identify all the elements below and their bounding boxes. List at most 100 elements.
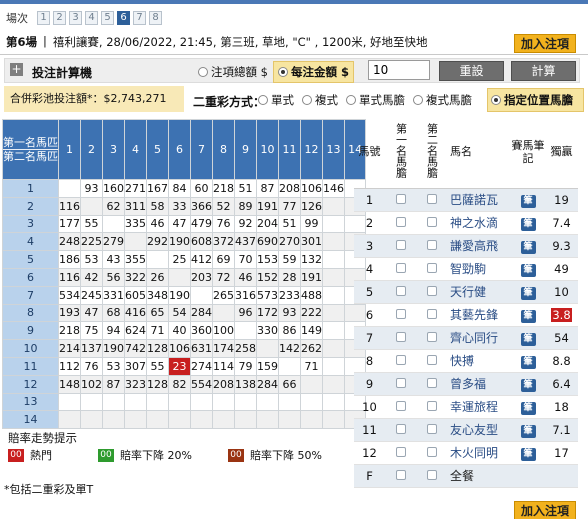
- odds-cell[interactable]: 33: [168, 196, 191, 216]
- odds-cell[interactable]: 100: [212, 321, 235, 341]
- odds-cell[interactable]: 87: [102, 374, 125, 394]
- second-banker-checkbox[interactable]: [427, 216, 437, 227]
- odds-cell[interactable]: 416: [124, 303, 147, 323]
- odds-cell[interactable]: 330: [256, 321, 279, 341]
- odds-cell[interactable]: 52: [212, 196, 235, 216]
- second-banker-checkbox[interactable]: [427, 262, 437, 273]
- odds-cell[interactable]: 149: [300, 321, 323, 341]
- odds-cell[interactable]: 214: [58, 339, 81, 358]
- odds-cell[interactable]: 106: [168, 339, 191, 358]
- mode-single-banker[interactable]: 單式馬膽: [346, 92, 405, 108]
- odds-cell[interactable]: 42: [80, 267, 103, 287]
- odds-cell[interactable]: 284: [256, 374, 279, 394]
- radio-unit-bet[interactable]: [278, 67, 288, 77]
- second-banker-checkbox[interactable]: [427, 193, 437, 204]
- odds-cell[interactable]: 437: [234, 232, 257, 252]
- win-odds[interactable]: 17: [553, 446, 571, 460]
- first-banker-checkbox[interactable]: [396, 308, 406, 319]
- race-note-icon[interactable]: 筆: [520, 309, 536, 323]
- odds-cell[interactable]: 87: [256, 179, 279, 198]
- second-banker-checkbox[interactable]: [427, 239, 437, 250]
- odds-cell[interactable]: 190: [168, 285, 191, 305]
- first-banker-checkbox[interactable]: [396, 216, 406, 227]
- odds-cell[interactable]: 190: [168, 232, 191, 252]
- odds-cell[interactable]: 191: [256, 196, 279, 216]
- odds-cell[interactable]: 53: [102, 356, 125, 376]
- horse-name-link[interactable]: 木火同明: [447, 441, 511, 465]
- odds-cell[interactable]: 335: [124, 214, 147, 234]
- odds-cell[interactable]: 137: [80, 339, 103, 358]
- win-odds[interactable]: 6.4: [551, 377, 571, 391]
- mode-multiple-banker[interactable]: 複式馬膽: [413, 92, 472, 108]
- race-note-icon[interactable]: 筆: [520, 401, 536, 415]
- odds-cell[interactable]: 186: [58, 250, 81, 269]
- odds-cell[interactable]: 60: [190, 179, 213, 198]
- odds-cell[interactable]: 82: [168, 374, 191, 394]
- odds-cell[interactable]: 573: [256, 285, 279, 305]
- odds-cell[interactable]: 605: [124, 285, 147, 305]
- odds-cell[interactable]: 311: [124, 196, 147, 216]
- second-banker-checkbox[interactable]: [427, 423, 437, 434]
- odds-cell[interactable]: 316: [234, 285, 257, 305]
- race-button-7[interactable]: 7: [133, 11, 146, 25]
- first-banker-checkbox[interactable]: [396, 262, 406, 273]
- horse-name-link[interactable]: 幸運旅程: [447, 395, 511, 419]
- radio-total-amount[interactable]: [198, 67, 208, 77]
- first-banker-checkbox[interactable]: [396, 377, 406, 388]
- race-note-icon[interactable]: 筆: [520, 240, 536, 254]
- radio-multiple-banker[interactable]: [413, 95, 423, 105]
- odds-cell[interactable]: 479: [190, 214, 213, 234]
- second-banker-checkbox[interactable]: [427, 331, 437, 342]
- win-odds[interactable]: 10: [553, 285, 571, 299]
- odds-cell[interactable]: 355: [124, 250, 147, 269]
- horse-name-link[interactable]: 謙愛高飛: [447, 234, 511, 258]
- odds-cell[interactable]: 112: [58, 356, 81, 376]
- odds-cell[interactable]: 270: [278, 232, 301, 252]
- add-to-slip-button-bottom[interactable]: 加入注項: [514, 501, 576, 519]
- race-note-icon[interactable]: 筆: [520, 286, 536, 300]
- radio-single[interactable]: [258, 95, 268, 105]
- win-odds[interactable]: 3.8: [551, 307, 572, 322]
- odds-cell[interactable]: 412: [190, 250, 213, 269]
- first-banker-checkbox[interactable]: [396, 354, 406, 365]
- odds-cell[interactable]: 126: [300, 196, 323, 216]
- odds-cell[interactable]: 116: [58, 196, 81, 216]
- odds-cell[interactable]: 274: [190, 356, 213, 376]
- horse-name-link[interactable]: 曾多福: [447, 372, 511, 396]
- odds-cell[interactable]: 138: [234, 374, 257, 394]
- odds-cell[interactable]: 84: [168, 179, 191, 198]
- win-odds[interactable]: 18: [553, 400, 571, 414]
- amount-input[interactable]: [368, 60, 430, 80]
- odds-cell[interactable]: 331: [102, 285, 125, 305]
- race-button-6[interactable]: 6: [117, 11, 130, 25]
- calculate-button[interactable]: 計算: [511, 61, 576, 81]
- first-banker-checkbox[interactable]: [396, 400, 406, 411]
- odds-cell[interactable]: 102: [80, 374, 103, 394]
- odds-cell[interactable]: 99: [300, 214, 323, 234]
- second-banker-checkbox[interactable]: [427, 446, 437, 457]
- odds-cell[interactable]: 307: [124, 356, 147, 376]
- first-banker-checkbox[interactable]: [396, 239, 406, 250]
- horse-name-link[interactable]: 天行健: [447, 280, 511, 304]
- race-button-1[interactable]: 1: [37, 11, 50, 25]
- odds-cell[interactable]: 366: [190, 196, 213, 216]
- odds-cell[interactable]: 204: [256, 214, 279, 234]
- mode-fixed-position-banker[interactable]: 指定位置馬膽: [487, 88, 584, 112]
- odds-cell[interactable]: 93: [278, 303, 301, 323]
- odds-cell[interactable]: 742: [124, 339, 147, 358]
- odds-cell[interactable]: 323: [124, 374, 147, 394]
- odds-cell[interactable]: 23: [168, 356, 191, 376]
- odds-cell[interactable]: 76: [212, 214, 235, 234]
- field-second-checkbox[interactable]: [427, 469, 437, 480]
- horse-name-link[interactable]: 其藝先鋒: [447, 303, 511, 327]
- odds-cell[interactable]: 218: [212, 179, 235, 198]
- odds-cell[interactable]: 26: [146, 267, 169, 287]
- option-unit-bet[interactable]: 每注金額 $: [273, 61, 355, 83]
- odds-cell[interactable]: 193: [58, 303, 81, 323]
- odds-cell[interactable]: 77: [278, 196, 301, 216]
- option-total-amount[interactable]: 注項總額 $: [198, 64, 268, 80]
- race-note-icon[interactable]: 筆: [520, 378, 536, 392]
- race-button-3[interactable]: 3: [69, 11, 82, 25]
- horse-name-link[interactable]: 巴薩諾瓦: [447, 188, 511, 212]
- odds-cell[interactable]: 160: [102, 179, 125, 198]
